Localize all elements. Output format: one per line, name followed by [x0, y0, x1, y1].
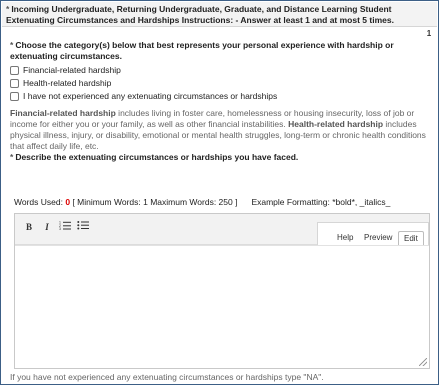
question-2-text: Describe the extenuating circumstances o… [15, 152, 299, 162]
section-title: Incoming Undergraduate, Returning Underg… [6, 4, 394, 25]
ordered-list-icon: 1 2 3 [59, 221, 71, 231]
bullet-list-button[interactable] [75, 220, 91, 234]
required-star-icon: * [10, 40, 14, 50]
form-container: * Incoming Undergraduate, Returning Under… [0, 0, 439, 385]
question-1-text: Choose the category(s) below that best r… [10, 40, 394, 61]
text-editor: B I 1 2 3 Help Preview Edit [14, 213, 430, 369]
checkbox-financial[interactable] [10, 65, 19, 75]
financial-term: Financial-related hardship [10, 108, 116, 118]
checkbox-label-none: I have not experienced any extenuating c… [23, 90, 278, 101]
italic-button[interactable]: I [39, 220, 55, 234]
resize-handle-icon[interactable] [419, 358, 427, 366]
editor-tab-bar: Help Preview Edit [317, 222, 429, 247]
bullet-list-icon [77, 221, 89, 230]
ordered-list-button[interactable]: 1 2 3 [57, 220, 73, 234]
section-header: * Incoming Undergraduate, Returning Under… [2, 2, 437, 27]
formatting-example: Example Formatting: *bold*, _italics_ [251, 197, 391, 207]
checkbox-label-health: Health-related hardship [23, 77, 112, 88]
health-term: Health-related hardship [288, 119, 384, 129]
description-textarea[interactable] [15, 245, 429, 368]
checkbox-health[interactable] [10, 78, 19, 88]
question-1-label: * Choose the category(s) below that best … [10, 40, 420, 62]
page-number-badge: 1 [426, 29, 432, 38]
help-text: If you have not experienced any extenuat… [10, 372, 324, 382]
required-star-icon: * [6, 4, 10, 14]
svg-text:3: 3 [59, 227, 61, 230]
editor-toolbar: B I 1 2 3 Help Preview Edit [15, 214, 429, 247]
checkbox-option-health[interactable]: Health-related hardship [10, 77, 111, 89]
checkbox-label-financial: Financial-related hardship [23, 64, 121, 75]
word-counter: Words Used: 0 [ Minimum Words: 1 Maximum… [14, 197, 434, 208]
required-star-icon: * [10, 152, 14, 162]
word-limits: [ Minimum Words: 1 Maximum Words: 250 ] [70, 197, 238, 207]
question-2-label: * Describe the extenuating circumstances … [10, 152, 420, 163]
checkbox-none[interactable] [10, 91, 19, 101]
checkbox-option-financial[interactable]: Financial-related hardship [10, 64, 121, 76]
hardship-definitions: Financial-related hardship includes livi… [10, 108, 428, 152]
checkbox-option-none[interactable]: I have not experienced any extenuating c… [10, 90, 277, 102]
words-used-label: Words Used: [14, 197, 66, 207]
bold-button[interactable]: B [21, 220, 37, 234]
